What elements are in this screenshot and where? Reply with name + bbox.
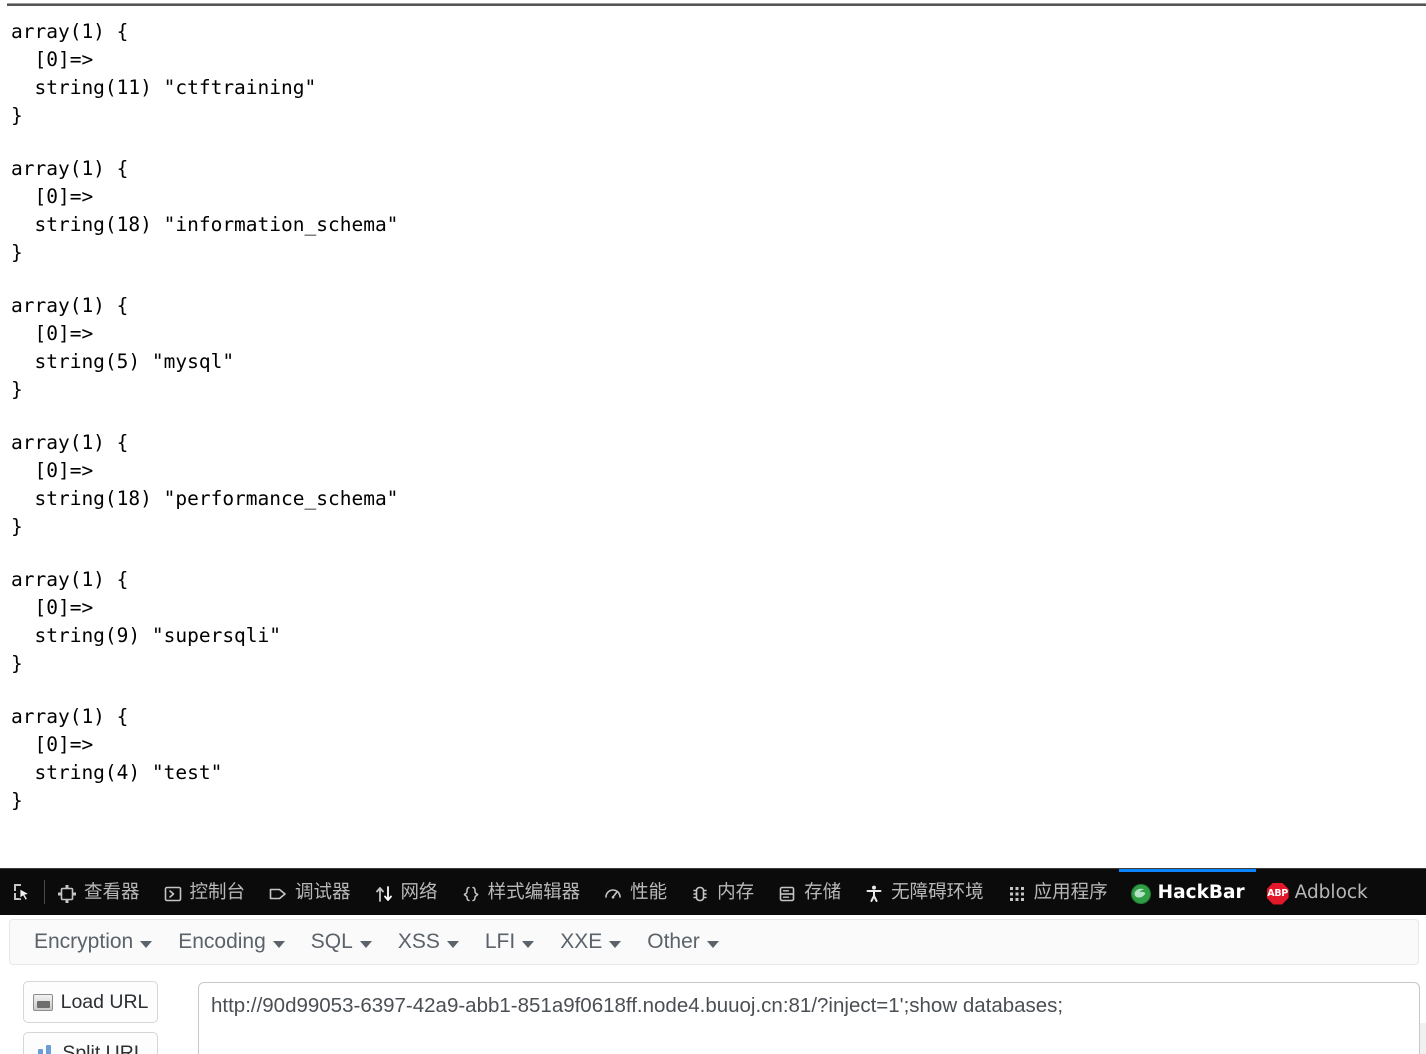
menu-label: SQL [310, 930, 353, 953]
hackbar-menubar: Encryption Encoding SQL XSS LFI XXE Othe… [9, 919, 1419, 965]
performance-icon [602, 883, 624, 905]
inspector-icon [56, 883, 78, 905]
menu-encryption[interactable]: Encryption [26, 926, 170, 958]
menu-encoding[interactable]: Encoding [170, 926, 303, 958]
tab-label: 内存 [717, 882, 755, 904]
tab-label: Adblock [1294, 882, 1368, 904]
vardump-block: array(1) { [0]=> string(9) "supersqli" } [11, 568, 282, 675]
menu-label: XXE [560, 930, 603, 953]
menu-lfi[interactable]: LFI [477, 926, 552, 958]
tab-style-editor[interactable]: 样式编辑器 [449, 869, 592, 915]
vardump-output: array(1) { [0]=> string(11) "ctftraining… [11, 18, 1411, 840]
firefox-icon [1130, 883, 1152, 905]
url-input[interactable]: http://90d99053-6397-42a9-abb1-851a9f061… [198, 982, 1420, 1054]
hackbar-panel: Encryption Encoding SQL XSS LFI XXE Othe… [0, 915, 1426, 1054]
load-url-button[interactable]: Load URL [23, 981, 158, 1023]
chevron-down-icon [446, 940, 459, 948]
tab-label: 控制台 [189, 882, 246, 904]
tab-accessibility[interactable]: 无障碍环境 [852, 869, 995, 915]
chevron-down-icon [609, 940, 622, 948]
storage-icon [776, 883, 798, 905]
menu-label: Encoding [178, 930, 266, 953]
menu-other[interactable]: Other [639, 926, 737, 958]
accessibility-icon [863, 883, 885, 905]
vardump-block: array(1) { [0]=> string(18) "performance… [11, 431, 399, 538]
abp-icon: ABP [1266, 882, 1289, 905]
split-icon [36, 1044, 54, 1054]
tab-memory[interactable]: 内存 [678, 869, 765, 915]
tab-label: HackBar [1157, 882, 1245, 904]
tab-debugger[interactable]: 调试器 [256, 869, 362, 915]
tab-label: 存储 [804, 882, 842, 904]
tab-performance[interactable]: 性能 [591, 869, 678, 915]
split-url-button[interactable]: Split URL [23, 1032, 158, 1054]
application-icon [1006, 883, 1028, 905]
tab-hackbar[interactable]: HackBar [1118, 869, 1256, 915]
page-content: array(1) { [0]=> string(11) "ctftraining… [0, 0, 1426, 868]
devtools-toolbar: 查看器 控制台 调试器 网络 样式编辑器 性能 内存 存储 无障碍环境 应用程序… [0, 868, 1426, 915]
tab-console[interactable]: 控制台 [151, 869, 257, 915]
tab-network[interactable]: 网络 [362, 869, 449, 915]
element-picker-icon [11, 881, 33, 903]
tab-label: 无障碍环境 [891, 882, 984, 904]
tab-inspector[interactable]: 查看器 [45, 869, 151, 915]
split-url-label: Split URL [62, 1041, 145, 1054]
browser-page: array(1) { [0]=> string(11) "ctftraining… [0, 0, 1426, 1054]
vardump-block: array(1) { [0]=> string(5) "mysql" } [11, 294, 235, 401]
vardump-block: array(1) { [0]=> string(18) "information… [11, 157, 399, 264]
menu-label: XSS [397, 930, 440, 953]
tab-label: 性能 [630, 882, 668, 904]
chevron-down-icon [359, 940, 372, 948]
tab-label: 样式编辑器 [487, 882, 581, 904]
chevron-down-icon [272, 940, 285, 948]
panel-scrollbar[interactable] [1420, 1023, 1426, 1054]
vardump-block: array(1) { [0]=> string(4) "test" } [11, 705, 223, 812]
load-url-label: Load URL [60, 990, 149, 1013]
menu-label: Other [647, 930, 700, 953]
menu-xss[interactable]: XSS [390, 926, 477, 958]
style-editor-icon [460, 883, 482, 905]
tab-application[interactable]: 应用程序 [995, 869, 1119, 915]
element-picker-button[interactable] [0, 869, 44, 915]
menu-label: Encryption [34, 930, 134, 953]
hackbar-actions: Load URL Split URL [23, 981, 158, 1054]
network-icon [373, 883, 395, 905]
menu-label: LFI [484, 930, 516, 953]
menu-xxe[interactable]: XXE [552, 926, 639, 958]
tab-label: 应用程序 [1033, 882, 1108, 904]
chevron-down-icon [140, 940, 153, 948]
tab-label: 调试器 [295, 882, 351, 904]
menu-sql[interactable]: SQL [303, 926, 390, 958]
tab-label: 网络 [400, 882, 438, 904]
chevron-down-icon [522, 940, 535, 948]
chevron-down-icon [706, 940, 719, 948]
debugger-icon [267, 883, 289, 905]
horizontal-rule [7, 3, 1426, 6]
tab-label: 查看器 [84, 882, 140, 904]
hackbar-body: Load URL Split URL http://90d99053-6397-… [0, 969, 1426, 1054]
tab-adblock[interactable]: ABP Adblock [1256, 869, 1379, 915]
console-icon [162, 883, 184, 905]
vardump-block: array(1) { [0]=> string(11) "ctftraining… [11, 20, 317, 127]
drive-icon [32, 993, 53, 1011]
memory-icon [689, 883, 711, 905]
tab-storage[interactable]: 存储 [765, 869, 852, 915]
